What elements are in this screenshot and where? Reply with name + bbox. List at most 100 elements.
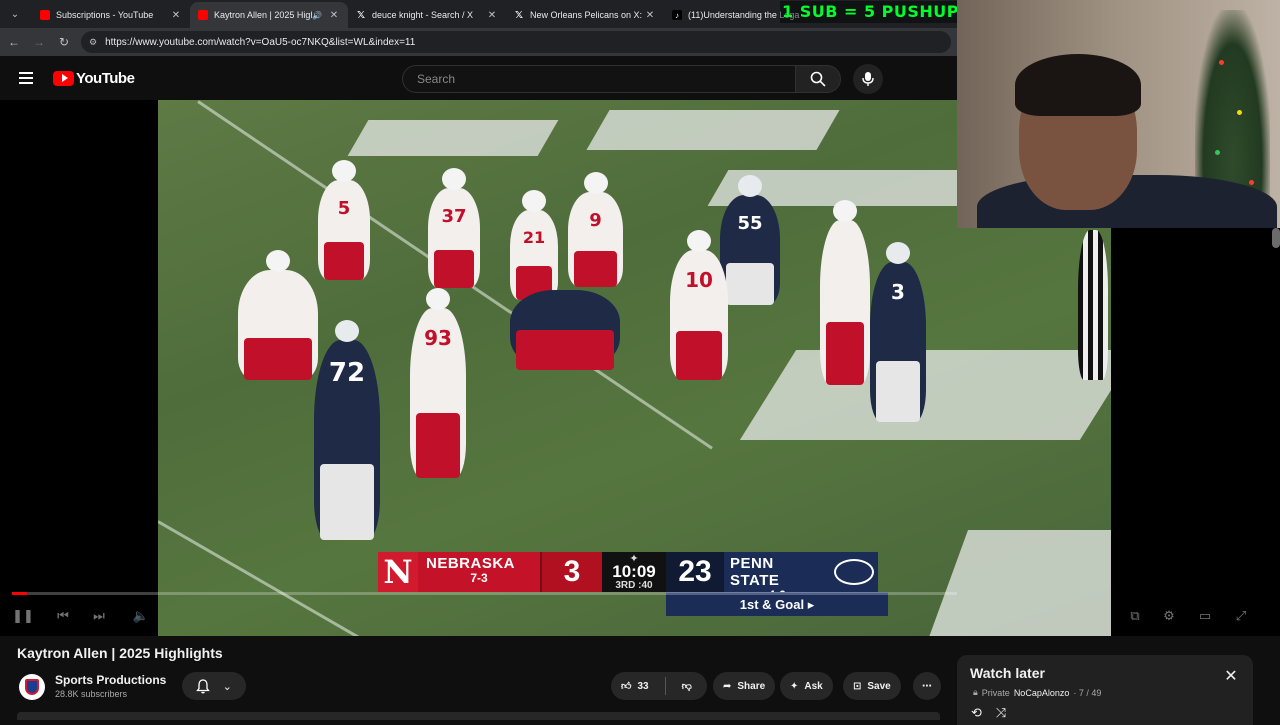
channel-name[interactable]: Sports Productions [55,673,166,687]
close-icon[interactable]: ✕ [170,10,182,21]
like-count: 33 [637,680,649,692]
jersey-number: 55 [737,213,763,234]
player-figure: 93 [410,288,466,478]
watch-later-panel: Watch later 🔒︎ Private NoCapAlonzo · 7 /… [957,655,1253,725]
team1-record: 7-3 [470,571,488,585]
playlist-owner[interactable]: NoCapAlonzo [1014,688,1070,698]
player-figure: 3 [870,242,926,422]
jersey-number: 93 [424,326,452,350]
dislike-button[interactable]: 👎︎ [672,672,702,700]
reload-icon[interactable]: ↻ [53,31,75,53]
more-actions-button[interactable]: ⋯ [913,672,941,700]
nebraska-logo: N [378,552,418,592]
youtube-icon [40,10,50,20]
search-button[interactable] [795,65,841,93]
jersey-number: 72 [328,358,366,388]
miniplayer-icon[interactable]: ▭ [1194,605,1216,627]
tab-title: New Orleans Pelicans on X: "Ch [530,10,644,20]
channel-avatar[interactable] [19,674,45,700]
tab-kaytron-allen[interactable]: Kaytron Allen | 2025 Highlig 🔊 ✕ [190,2,348,28]
playlist-meta: 🔒︎ Private NoCapAlonzo · 7 / 49 [973,687,1101,698]
next-icon[interactable]: ⏭ [88,605,110,627]
url-field[interactable]: ⚙ https://www.youtube.com/watch?v=OaU5-o… [81,31,951,53]
close-icon[interactable]: ✕ [1223,669,1239,685]
tab-title: deuce knight - Search / X [372,10,474,20]
privacy-label: Private [981,687,1010,698]
channel-row: Sports Productions 28.8K subscribers ⌄ 👍… [17,672,947,702]
loop-icon[interactable]: ⟲ [971,705,982,721]
youtube-header: YouTube [0,56,957,100]
player-figure [510,290,620,370]
search-icon [810,71,826,87]
share-button[interactable]: ➦ Share [713,672,776,700]
close-icon[interactable]: ✕ [328,10,340,21]
team2-block: PENN STATE 4-6 [724,552,830,602]
progress-bar[interactable] [12,592,957,595]
close-icon[interactable]: ✕ [486,10,498,21]
tab-subscriptions[interactable]: Subscriptions - YouTube ✕ [32,2,190,28]
tiktok-icon: ♪ [672,10,682,20]
search-input[interactable] [402,65,795,93]
tab-search-icon[interactable]: ⌄ [4,4,26,24]
speaker-icon[interactable]: 🔊 [312,11,322,20]
previous-icon[interactable]: ⏮ [52,605,74,627]
bell-icon [196,678,210,693]
sparkle-icon: ✦ [790,680,799,692]
penn-state-logo [830,552,878,592]
player-figure: 55 [720,175,780,305]
voice-search-button[interactable] [853,64,883,94]
playlist-controls: ⟲ ⤨ [971,705,1006,721]
subscriber-count: 28.8K subscribers [55,689,128,699]
back-icon[interactable]: ← [3,31,25,53]
x-icon: 𝕏 [514,9,524,21]
lock-icon: 🔒︎ [973,687,978,697]
close-icon[interactable]: ✕ [644,10,656,21]
video-title: Kaytron Allen | 2025 Highlights [17,645,223,661]
tab-deuce-knight[interactable]: 𝕏 deuce knight - Search / X ✕ [348,2,506,28]
player-figure [820,200,870,385]
fullscreen-icon[interactable]: ⤢ [1230,605,1252,627]
description-box[interactable] [17,712,940,720]
thumbs-up-icon: 👍︎ [621,681,632,692]
playlist-title[interactable]: Watch later [970,665,1045,681]
save-label: Save [867,680,891,692]
thumbs-down-icon: 👎︎ [681,681,692,692]
pause-icon[interactable]: ❚❚ [12,605,34,627]
team1-score: 3 [540,552,602,592]
site-settings-icon[interactable]: ⚙ [89,37,97,48]
tab-title: Kaytron Allen | 2025 Highlig [214,10,312,20]
player-figure: 9 [568,172,623,287]
settings-icon[interactable]: ⚙ [1158,605,1180,627]
referee-figure [1078,230,1108,380]
notifications-button[interactable]: ⌄ [182,672,246,700]
like-button[interactable]: 👍︎ 33 [611,672,659,700]
bookmark-icon: ⊡ [853,680,862,692]
player-figure: 10 [670,230,728,380]
share-icon: ➦ [723,680,732,692]
scrollbar-thumb[interactable] [1272,228,1280,248]
ask-button[interactable]: ✦ Ask [780,672,833,700]
youtube-logo[interactable]: YouTube [53,70,135,87]
video-player[interactable]: 5 37 9 21 55 10 3 93 72 N NEBRASKA 7-3 3… [0,0,1280,636]
clock-time: 10:09 [612,562,656,581]
save-button[interactable]: ⊡ Save [843,672,901,700]
menu-icon[interactable] [6,58,46,98]
progress-fill [12,592,28,595]
stream-overlay-text: 1 SUB = 5 PUSHUPS [780,1,974,23]
forward-icon[interactable]: → [28,31,50,53]
volume-icon[interactable]: 🔈 [130,605,152,627]
jersey-number: 3 [891,280,905,304]
end-zone-paint [586,110,840,150]
microphone-icon [862,72,874,86]
jersey-number: 5 [337,198,351,219]
tab-pelicans[interactable]: 𝕏 New Orleans Pelicans on X: "Ch ✕ [506,2,664,28]
jersey-number: 21 [522,228,546,247]
player-figure: 37 [428,168,480,288]
shuffle-icon[interactable]: ⤨ [996,705,1006,721]
tab-title: Subscriptions - YouTube [56,10,154,20]
webcam-overlay [957,0,1280,228]
ask-label: Ask [804,680,823,692]
search-box [402,64,883,94]
jersey-number: 37 [441,206,467,227]
subtitles-icon[interactable]: ⧉ [1124,605,1146,627]
